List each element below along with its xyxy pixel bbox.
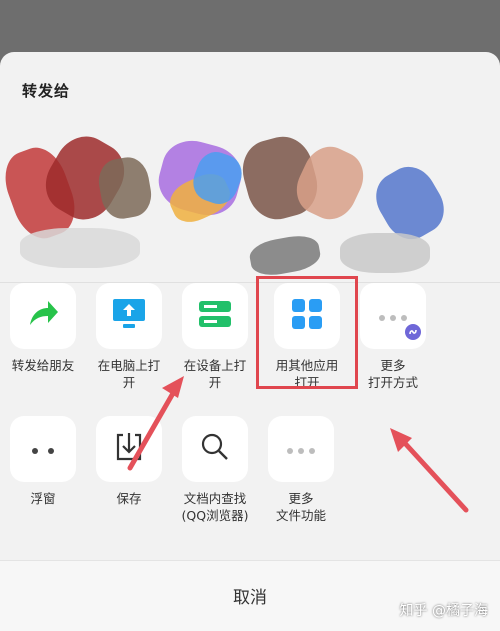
arrow-left — [127, 376, 184, 471]
arrow-right — [390, 428, 469, 513]
annotation-arrows — [127, 376, 469, 513]
watermark: 知乎 @橘子海 — [399, 603, 488, 619]
